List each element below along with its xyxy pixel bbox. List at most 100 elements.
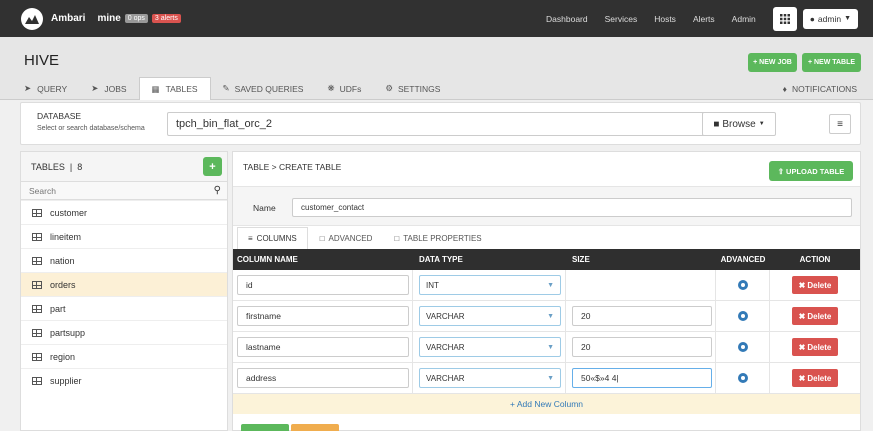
table-name-input[interactable] (292, 198, 852, 217)
subtab-table-properties[interactable]: □ TABLE PROPERTIES (384, 227, 491, 249)
nav-services[interactable]: Services (605, 14, 638, 24)
data-type-select[interactable]: VARCHAR ▼ (419, 306, 561, 326)
data-type-select[interactable]: VARCHAR ▼ (419, 337, 561, 357)
subtab-label: TABLE PROPERTIES (403, 233, 482, 243)
file-icon: □ (319, 233, 325, 243)
table-icon (32, 376, 42, 385)
delete-button[interactable]: ✖ Delete (792, 307, 838, 325)
subtab-label: COLUMNS (256, 234, 297, 243)
nav-dashboard[interactable]: Dashboard (546, 14, 588, 24)
nav-alerts[interactable]: Alerts (693, 14, 715, 24)
tab-udfs[interactable]: ❋ UDFs (315, 77, 373, 100)
tables-panel: TABLES | 8 + ⚲ customer lineitem nation … (20, 151, 228, 431)
table-icon (32, 328, 42, 337)
database-label: DATABASE (37, 111, 82, 121)
user-menu-button[interactable]: ● admin ▼ (802, 8, 858, 29)
table-icon (32, 280, 42, 289)
delete-button[interactable]: ✖ Delete (792, 276, 838, 294)
close-icon: ✖ (798, 311, 806, 321)
add-column-link[interactable]: + Add New Column (510, 399, 583, 409)
save-button[interactable] (241, 424, 289, 431)
gear-icon[interactable] (737, 342, 748, 352)
delete-button[interactable]: ✖ Delete (792, 338, 838, 356)
file-icon: □ (394, 233, 400, 243)
table-list-item[interactable]: supplier (21, 368, 227, 392)
folder-icon: ■ (713, 118, 720, 130)
tables-panel-header: TABLES | 8 + (21, 152, 227, 182)
tab-saved-queries[interactable]: ✎ SAVED QUERIES (211, 77, 316, 100)
notifications-label: NOTIFICATIONS (791, 83, 857, 94)
views-grid-button[interactable] (772, 6, 797, 31)
column-row: INT ▼ ✖Delete (233, 270, 860, 301)
tab-query[interactable]: ➤ QUERY (0, 77, 79, 100)
table-list-item[interactable]: nation (21, 248, 227, 272)
caret-down-icon: ▼ (547, 312, 554, 320)
tab-label: QUERY (37, 83, 68, 94)
new-table-button[interactable]: + NEW TABLE (802, 53, 861, 72)
cancel-button[interactable] (291, 424, 339, 431)
upload-icon: ⇧ (777, 166, 785, 176)
brand-name[interactable]: Ambari (51, 13, 85, 24)
tables-search-input[interactable] (29, 185, 199, 196)
subtab-columns[interactable]: ≡ COLUMNS (237, 227, 308, 249)
close-icon: ✖ (798, 342, 806, 352)
tab-jobs[interactable]: ➤ JOBS (79, 77, 138, 100)
delete-label: Delete (807, 342, 832, 352)
search-icon[interactable]: ⚲ (214, 185, 221, 196)
subtab-advanced[interactable]: □ ADVANCED (308, 227, 385, 249)
subtab-label: ADVANCED (328, 233, 373, 243)
column-name-input[interactable] (237, 368, 409, 388)
cluster-name[interactable]: mine (97, 13, 120, 24)
data-type-value: VARCHAR (426, 311, 465, 321)
menu-toggle-button[interactable]: ≡ (829, 114, 851, 134)
table-icon (32, 256, 42, 265)
gear-icon[interactable] (737, 280, 748, 290)
column-name-input[interactable] (237, 275, 409, 295)
gear-icon[interactable] (737, 311, 748, 321)
table-name: lineitem (50, 231, 82, 242)
data-type-select[interactable]: VARCHAR ▼ (419, 368, 561, 388)
table-list-item[interactable]: lineitem (21, 224, 227, 248)
data-type-value: VARCHAR (426, 373, 465, 383)
column-name-input[interactable] (237, 306, 409, 326)
gear-icon[interactable] (737, 373, 748, 383)
delete-button[interactable]: ✖ Delete (792, 369, 838, 387)
browse-button[interactable]: ■ Browse ▼ (702, 112, 776, 136)
ops-badge[interactable]: 0 ops (124, 14, 148, 23)
cell-type: VARCHAR ▼ (413, 332, 566, 362)
table-list-item[interactable]: orders (21, 272, 227, 296)
tables-title: TABLES (31, 161, 65, 172)
table-list-item[interactable]: part (21, 296, 227, 320)
tab-label: SAVED QUERIES (234, 83, 304, 94)
size-input[interactable] (572, 368, 712, 388)
table-list-item[interactable]: partsupp (21, 320, 227, 344)
nav-admin[interactable]: Admin (732, 14, 756, 24)
table-name: customer (50, 207, 88, 218)
cell-name (233, 301, 413, 331)
page-title: HIVE (24, 52, 60, 69)
add-column-row: + Add New Column (233, 394, 860, 414)
upload-table-button[interactable]: ⇧ UPLOAD TABLE (769, 161, 853, 181)
new-job-button[interactable]: + NEW JOB (748, 53, 797, 72)
data-type-select[interactable]: INT ▼ (419, 275, 561, 295)
add-table-button[interactable]: + (203, 157, 222, 176)
col-header-name: COLUMN NAME (237, 255, 298, 264)
size-input[interactable] (572, 337, 712, 357)
tab-tables[interactable]: ▦ TABLES (138, 77, 211, 100)
alerts-badge[interactable]: 3 alerts (151, 14, 181, 23)
database-input[interactable] (167, 112, 723, 136)
col-header-advanced: ADVANCED (720, 255, 766, 264)
size-input[interactable] (572, 306, 712, 326)
cell-advanced (716, 332, 770, 362)
ambari-logo-icon[interactable] (21, 7, 43, 30)
notifications-link[interactable]: ♦ NOTIFICATIONS (771, 77, 873, 100)
nav-hosts[interactable]: Hosts (654, 14, 676, 24)
tab-settings[interactable]: ⚙ SETTINGS (373, 77, 452, 100)
column-row: VARCHAR ▼ ✖Delete (233, 363, 860, 394)
table-list-item[interactable]: region (21, 344, 227, 368)
caret-down-icon: ▼ (547, 281, 554, 289)
tab-label: JOBS (104, 83, 127, 94)
column-name-input[interactable] (237, 337, 409, 357)
table-list-item[interactable]: customer (21, 200, 227, 224)
cell-advanced (716, 301, 770, 331)
